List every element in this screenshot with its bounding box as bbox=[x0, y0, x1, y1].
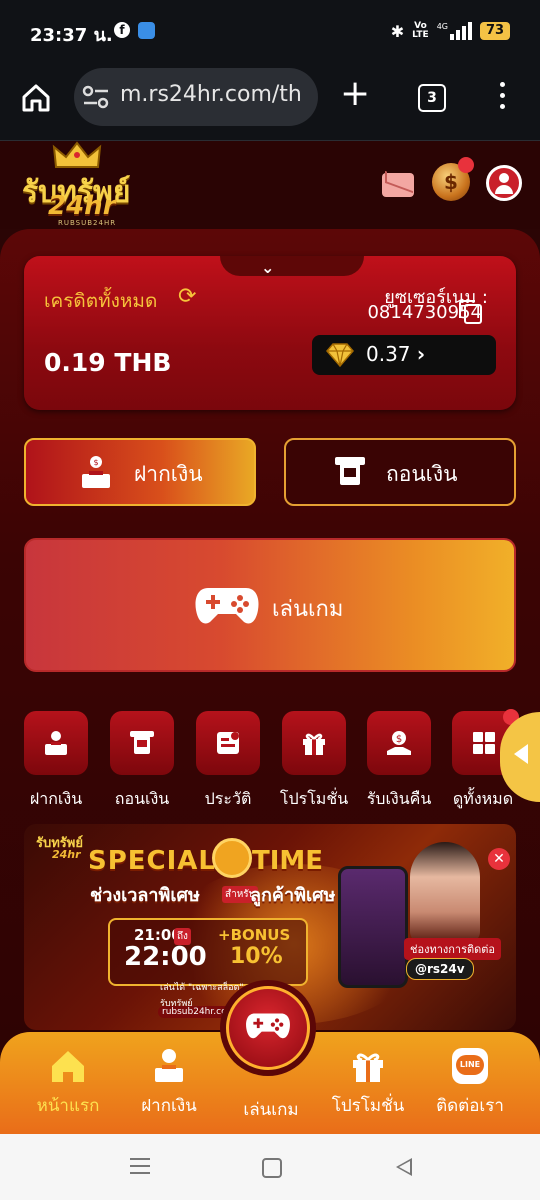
recent-apps-icon[interactable] bbox=[130, 1158, 150, 1179]
svg-text:$: $ bbox=[93, 458, 98, 467]
deposit-icon bbox=[45, 731, 67, 755]
grid-icon bbox=[473, 732, 495, 754]
svg-text:$: $ bbox=[396, 734, 402, 745]
home-icon bbox=[48, 1046, 88, 1086]
banner-contact-label: ช่องทางการติดต่อ bbox=[404, 938, 502, 960]
banner-bonus-label: +BONUS bbox=[218, 926, 291, 944]
credit-amount: 0.19 THB bbox=[44, 348, 172, 377]
deposit-icon: $ bbox=[82, 456, 110, 488]
bluetooth-icon: ✱ bbox=[390, 21, 405, 41]
gift-icon bbox=[348, 1046, 388, 1086]
quick-cashback[interactable]: $ bbox=[367, 711, 431, 775]
chevron-right-icon: › bbox=[416, 342, 426, 366]
banner-line-id: @rs24v bbox=[406, 958, 474, 980]
nav-play-label: เล่นเกม bbox=[243, 1100, 299, 1120]
banner-bonus-percent: 10% bbox=[230, 944, 283, 969]
play-game-button[interactable] bbox=[24, 538, 516, 672]
banner-logo-sub: 24hr bbox=[52, 848, 81, 861]
quick-deposit-label: ฝากเงิน bbox=[29, 789, 83, 808]
banner-model-image bbox=[410, 842, 480, 942]
quick-history[interactable] bbox=[196, 711, 260, 775]
signal-icon: 4G bbox=[437, 22, 472, 40]
quick-withdraw[interactable] bbox=[110, 711, 174, 775]
mail-icon[interactable] bbox=[382, 173, 414, 197]
notification-dot bbox=[458, 157, 474, 173]
site-logo[interactable]: รับทรัพย์ 24hr RUBSUB24HR bbox=[20, 141, 134, 229]
app-header: รับทรัพย์ 24hr RUBSUB24HR $ bbox=[0, 141, 540, 229]
quick-cashback-label: รับเงินคืน bbox=[366, 789, 432, 808]
banner-phone-image bbox=[338, 866, 408, 988]
banner-headline-special: SPECIAL bbox=[88, 846, 216, 876]
diamond-value: 0.37 › bbox=[366, 342, 426, 366]
banner-time-end: 22:00 bbox=[124, 942, 207, 972]
close-icon[interactable]: ✕ bbox=[488, 848, 510, 870]
volte-indicator: Vo LTE bbox=[412, 21, 429, 40]
banner-special-customer: ลูกค้าพิเศษ bbox=[250, 885, 336, 906]
banner-slot-note: เล่นได้ "เฉพาะสล็อต" bbox=[160, 983, 244, 993]
quick-withdraw-label: ถอนเงิน bbox=[114, 789, 170, 808]
copy-icon[interactable] bbox=[459, 300, 482, 324]
site-settings-icon[interactable] bbox=[82, 85, 110, 109]
quick-history-label: ประวัติ bbox=[204, 789, 252, 808]
withdraw-icon bbox=[130, 731, 154, 754]
nav-contact-label: ติดต่อเรา bbox=[436, 1096, 504, 1116]
gamepad-icon bbox=[195, 588, 259, 624]
line-icon: LINE bbox=[450, 1046, 490, 1086]
withdraw-icon bbox=[335, 457, 365, 485]
nav-deposit-label: ฝากเงิน bbox=[141, 1096, 197, 1116]
nav-deposit[interactable]: ฝากเงิน bbox=[119, 1046, 219, 1119]
nav-home-label: หน้าแรก bbox=[36, 1096, 100, 1116]
browser-toolbar: m.rs24hr.com/th + 3 bbox=[0, 64, 540, 141]
new-tab-icon[interactable]: + bbox=[340, 76, 370, 112]
status-bar: 23:37 น. f ✱ Vo LTE 4G 73 bbox=[0, 0, 540, 64]
home-square-icon[interactable] bbox=[262, 1158, 282, 1178]
withdraw-label: ถอนเงิน bbox=[386, 462, 458, 486]
banner-special-period: ช่วงเวลาพิเศษ bbox=[90, 885, 200, 906]
banner-headline-time: TIME bbox=[252, 846, 324, 876]
clock-icon bbox=[212, 838, 252, 878]
nav-contact[interactable]: LINE ติดต่อเรา bbox=[420, 1046, 520, 1119]
quick-promotion[interactable] bbox=[282, 711, 346, 775]
deposit-label: ฝากเงิน bbox=[134, 462, 203, 486]
battery-icon: 73 bbox=[480, 22, 510, 40]
crown-icon bbox=[52, 141, 102, 168]
collapse-tab[interactable] bbox=[220, 256, 364, 276]
diamond-icon bbox=[326, 343, 354, 368]
arrow-left-icon[interactable] bbox=[514, 744, 528, 764]
more-menu-icon[interactable] bbox=[500, 82, 506, 115]
refresh-icon[interactable]: ⟳ bbox=[178, 284, 196, 309]
tab-switcher-button[interactable]: 3 bbox=[418, 84, 446, 112]
url-text[interactable]: m.rs24hr.com/th bbox=[120, 82, 310, 107]
app-notification-icon bbox=[138, 22, 155, 39]
history-icon bbox=[217, 732, 239, 754]
status-time: 23:37 น. bbox=[30, 25, 113, 46]
back-icon[interactable] bbox=[396, 1158, 412, 1176]
cashback-icon: $ bbox=[387, 731, 411, 755]
nav-home[interactable]: หน้าแรก bbox=[18, 1046, 118, 1119]
credit-card bbox=[24, 256, 516, 410]
chevron-down-icon[interactable]: ⌄ bbox=[261, 258, 274, 277]
deposit-icon bbox=[149, 1046, 189, 1086]
nav-promotion-label: โปรโมชั่น bbox=[331, 1096, 405, 1116]
logo-tagline: RUBSUB24HR bbox=[58, 219, 117, 227]
gift-icon bbox=[303, 733, 325, 755]
facebook-icon: f bbox=[114, 22, 130, 38]
status-icons: ✱ Vo LTE 4G 73 bbox=[391, 20, 510, 42]
play-game-label: เล่นเกม bbox=[272, 597, 344, 622]
nav-play-button[interactable] bbox=[226, 986, 310, 1070]
gamepad-icon bbox=[246, 1013, 290, 1039]
quick-promotion-label: โปรโมชั่น bbox=[279, 789, 349, 808]
credit-title: เครดิตทั้งหมด bbox=[44, 290, 158, 312]
nav-promotion[interactable]: โปรโมชั่น bbox=[318, 1046, 418, 1119]
home-icon[interactable] bbox=[20, 82, 52, 114]
logo-subtext: 24hr bbox=[48, 191, 116, 221]
quick-deposit[interactable] bbox=[24, 711, 88, 775]
user-icon[interactable] bbox=[486, 165, 522, 201]
